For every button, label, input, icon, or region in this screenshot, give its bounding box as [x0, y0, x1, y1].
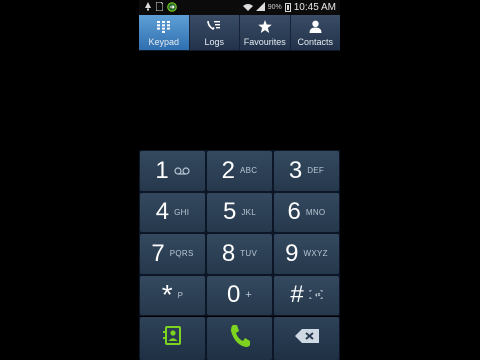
logs-icon [207, 19, 221, 35]
key-letters: P [177, 290, 184, 300]
tab-label: Logs [204, 36, 225, 47]
key-digit: 1 [155, 156, 169, 184]
star-icon [257, 19, 272, 35]
key-1[interactable]: 1 [140, 151, 205, 191]
key-digit: * [161, 279, 173, 311]
key-0[interactable]: 0 + [207, 275, 272, 315]
key-6[interactable]: 6 MNO [274, 192, 339, 232]
key-5[interactable]: 5 JKL [207, 192, 272, 232]
key-letters: MNO [305, 207, 326, 217]
clock: 10:45 AM [293, 2, 336, 13]
key-digit: 7 [151, 239, 165, 267]
number-display[interactable] [139, 51, 340, 150]
key-digit: # [290, 281, 304, 309]
key-letters: PQRS [169, 249, 194, 259]
tab-favourites[interactable]: Favourites [240, 15, 291, 50]
key-hash[interactable]: # [274, 275, 339, 315]
key-letters: DEF [307, 166, 325, 176]
contact-icon [309, 19, 322, 35]
backspace-button[interactable] [274, 317, 339, 360]
key-4[interactable]: 4 GHI [140, 192, 205, 232]
key-letters: WXYZ [303, 249, 328, 259]
key-digit: 0 [226, 281, 241, 309]
key-letters: ABC [240, 166, 258, 176]
key-9[interactable]: 9 WXYZ [274, 234, 339, 274]
tab-label: Keypad [148, 36, 180, 47]
call-button[interactable] [207, 317, 272, 360]
key-2[interactable]: 2 ABC [207, 151, 272, 191]
call-forward-icon [167, 1, 177, 14]
key-letters: TUV [240, 249, 258, 259]
dial-keypad: 1 2 ABC 3 DEF 4 GHI 5 JKL 6 MNO 7 PQRS 8… [139, 150, 340, 316]
key-letters: + [245, 289, 253, 302]
key-digit: 8 [221, 239, 236, 267]
tab-contacts[interactable]: Contacts [291, 15, 341, 50]
tab-label: Favourites [243, 36, 286, 47]
key-digit: 2 [221, 156, 235, 184]
dialer-actions [139, 317, 340, 360]
tab-logs[interactable]: Logs [190, 15, 240, 50]
call-icon [229, 324, 251, 353]
key-letters: JKL [241, 207, 257, 217]
key-digit: 6 [287, 198, 301, 226]
signal-icon [255, 2, 265, 13]
notification-icon [144, 2, 152, 13]
wifi-icon [242, 3, 253, 13]
battery-percent: 90% [267, 4, 282, 11]
key-star[interactable]: * P [140, 275, 205, 315]
key-3[interactable]: 3 DEF [274, 151, 339, 191]
key-letters: GHI [174, 207, 190, 217]
backspace-icon [294, 328, 320, 349]
key-digit: 9 [285, 239, 299, 267]
key-7[interactable]: 7 PQRS [140, 234, 205, 274]
tab-label: Contacts [297, 36, 334, 47]
add-contact-button[interactable] [140, 317, 205, 360]
tab-bar: Keypad Logs Favourites Contacts [139, 15, 340, 51]
voicemail-icon [174, 162, 190, 180]
keypad-icon [156, 19, 171, 35]
sim-icon [155, 1, 164, 13]
battery-icon [284, 3, 291, 12]
key-digit: 3 [288, 156, 303, 184]
key-digit: 5 [222, 198, 237, 226]
phone-screen: 90% 10:45 AM Keypad Logs Favourites Cont… [139, 0, 340, 360]
status-bar: 90% 10:45 AM [139, 0, 340, 15]
tab-keypad[interactable]: Keypad [139, 15, 190, 50]
key-digit: 4 [155, 198, 170, 226]
add-contact-icon [162, 326, 184, 351]
key-8[interactable]: 8 TUV [207, 234, 272, 274]
mute-icon [309, 286, 323, 304]
